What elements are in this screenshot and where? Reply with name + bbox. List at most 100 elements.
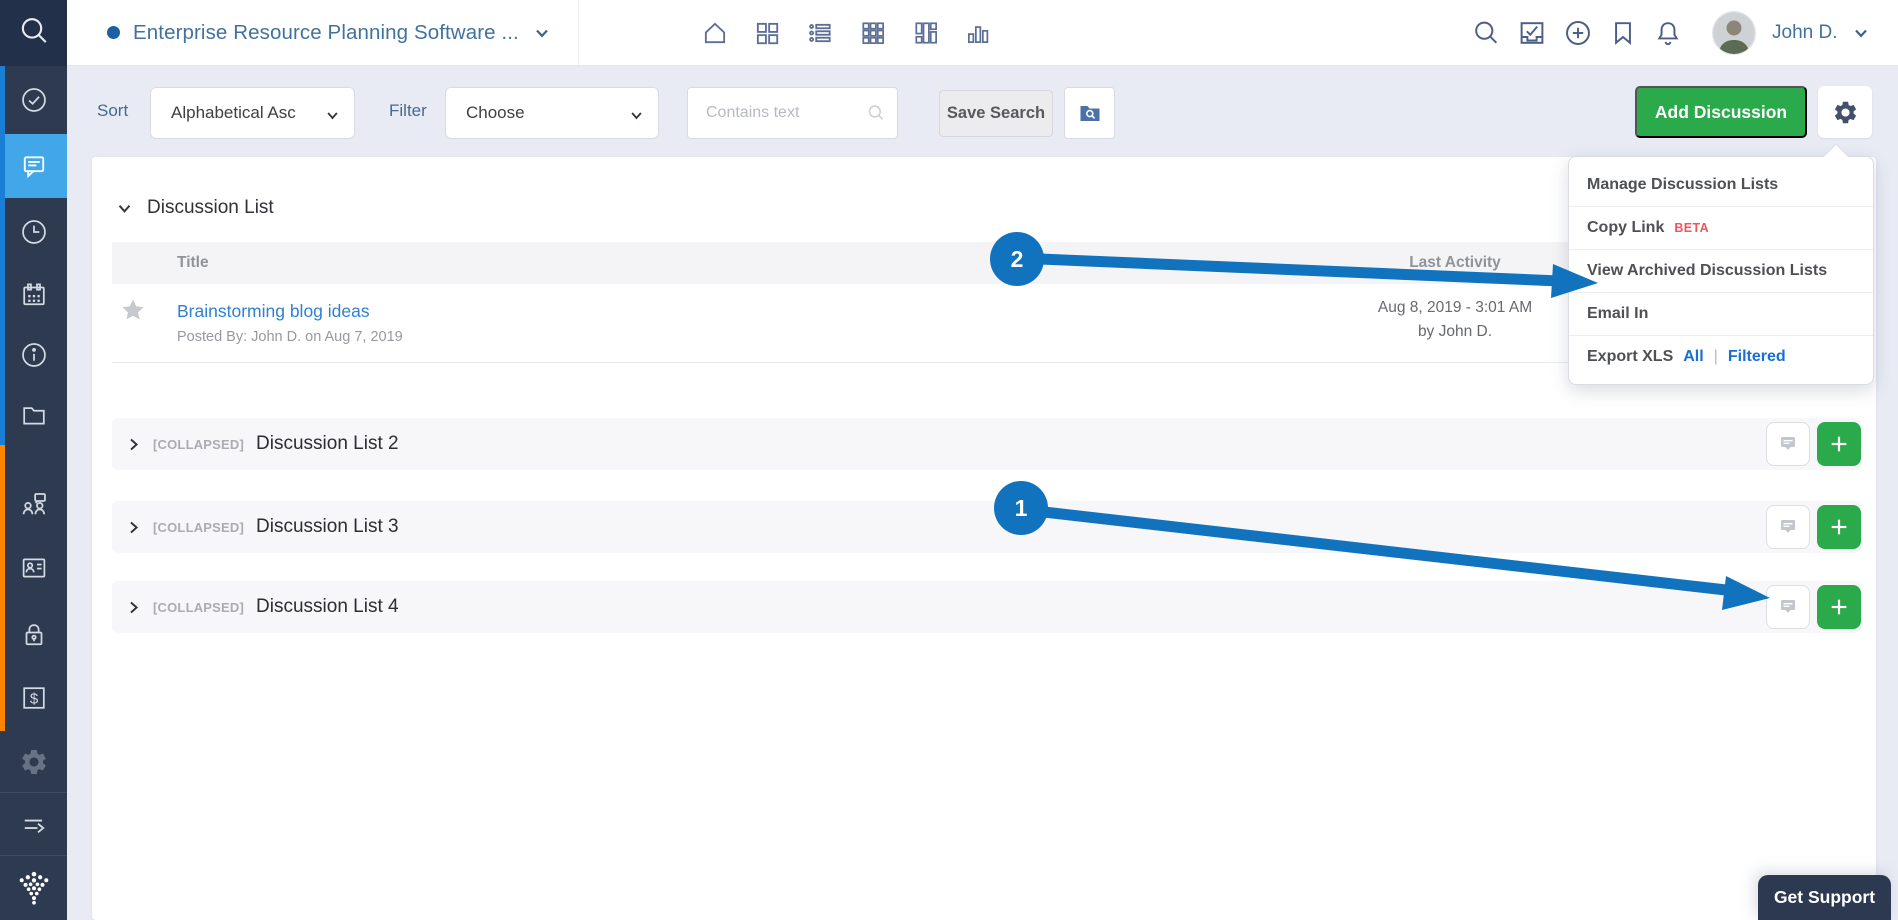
gear-icon <box>19 747 49 777</box>
home-icon <box>701 19 729 47</box>
bookmarks-button[interactable] <box>1607 18 1639 48</box>
board-view-icon <box>912 19 940 47</box>
view-chart-button[interactable] <box>963 18 993 48</box>
chevron-down-icon <box>1851 23 1871 43</box>
add-to-list-button[interactable] <box>1817 505 1861 549</box>
user-name: John D. <box>1772 22 1837 44</box>
sidebar-item-team-discussions[interactable] <box>0 477 67 533</box>
discussion-last-activity: Aug 8, 2019 - 3:01 AM by John D. <box>1330 296 1580 344</box>
view-discussions-button[interactable] <box>1766 505 1810 549</box>
link-separator: | <box>1714 348 1718 366</box>
sidebar: $ <box>0 0 67 920</box>
favorite-star-icon[interactable] <box>120 297 146 328</box>
settings-gear-button[interactable] <box>1818 86 1872 138</box>
view-grid-button[interactable] <box>858 18 888 48</box>
menu-item-label: Copy Link <box>1587 219 1664 237</box>
card-view-icon <box>753 19 781 47</box>
discussion-list-section-header[interactable]: Discussion List <box>116 197 274 219</box>
sidebar-item-billing[interactable]: $ <box>0 670 67 726</box>
add-to-list-button[interactable] <box>1817 585 1861 629</box>
sidebar-item-discussions[interactable] <box>0 134 67 198</box>
billing-icon: $ <box>19 683 49 713</box>
discussion-link[interactable]: Brainstorming blog ideas <box>177 301 370 322</box>
menu-item-manage-discussion-lists[interactable]: Manage Discussion Lists <box>1569 163 1873 206</box>
menu-item-copy-link[interactable]: Copy Link BETA <box>1569 206 1873 249</box>
last-activity-date: Aug 8, 2019 - 3:01 AM <box>1330 296 1580 320</box>
menu-item-email-in[interactable]: Email In <box>1569 292 1873 335</box>
info-circle-icon <box>19 340 49 370</box>
section-title: Discussion List <box>147 197 274 219</box>
view-discussions-button[interactable] <box>1766 422 1810 466</box>
menu-item-label: Manage Discussion Lists <box>1587 176 1778 194</box>
view-board-button[interactable] <box>911 18 941 48</box>
sort-select-value: Alphabetical Asc <box>171 103 296 123</box>
plus-icon <box>1828 433 1850 455</box>
chevron-down-icon <box>116 200 133 217</box>
calendar-icon <box>19 280 49 310</box>
view-discussions-button[interactable] <box>1766 585 1810 629</box>
add-to-list-button[interactable] <box>1817 422 1861 466</box>
add-discussion-button[interactable]: Add Discussion <box>1635 86 1807 138</box>
sidebar-progress-strip-orange <box>0 445 5 731</box>
collapse-arrow-icon <box>19 809 49 839</box>
discussion-board-icon <box>1776 595 1800 619</box>
collapsed-list-discussion-list-3[interactable]: [COLLAPSED] Discussion List 3 <box>112 501 1861 553</box>
sidebar-search-button[interactable] <box>0 0 67 66</box>
quick-add-button[interactable] <box>1562 18 1594 48</box>
sidebar-item-calendar[interactable] <box>0 267 67 323</box>
view-home-button[interactable] <box>700 18 730 48</box>
folder-icon <box>19 400 49 430</box>
column-header-last-activity: Last Activity <box>1330 242 1580 284</box>
sidebar-item-files[interactable] <box>0 387 67 443</box>
user-menu[interactable]: John D. <box>1772 0 1871 65</box>
last-activity-by: by John D. <box>1330 320 1580 344</box>
discussion-board-icon <box>1776 432 1800 456</box>
collapsed-list-discussion-list-2[interactable]: [COLLAPSED] Discussion List 2 <box>112 418 1861 470</box>
chevron-right-icon <box>126 600 141 615</box>
menu-item-label: Email In <box>1587 305 1648 323</box>
sidebar-item-contacts[interactable] <box>0 540 67 596</box>
sidebar-item-permissions[interactable] <box>0 607 67 663</box>
sort-select[interactable]: Alphabetical Asc <box>150 87 355 139</box>
avatar[interactable] <box>1712 11 1756 55</box>
team-discussion-icon <box>19 490 49 520</box>
sidebar-item-time[interactable] <box>0 204 67 260</box>
collapsed-tag: [COLLAPSED] <box>153 600 244 615</box>
filter-select[interactable]: Choose <box>445 87 659 139</box>
menu-item-label: Export XLS <box>1587 348 1673 366</box>
view-list-button[interactable] <box>805 18 835 48</box>
menu-item-label: View Archived Discussion Lists <box>1587 262 1827 280</box>
check-circle-icon <box>19 85 49 115</box>
sidebar-item-settings[interactable] <box>0 734 67 790</box>
collapsed-list-discussion-list-4[interactable]: [COLLAPSED] Discussion List 4 <box>112 581 1861 633</box>
sidebar-item-approvals[interactable] <box>0 72 67 128</box>
app-logo[interactable] <box>0 862 67 914</box>
view-cards-button[interactable] <box>752 18 782 48</box>
filter-label: Filter <box>389 101 427 121</box>
export-filtered-link[interactable]: Filtered <box>1728 348 1786 366</box>
notifications-button[interactable] <box>1652 18 1684 48</box>
my-tasks-button[interactable] <box>1516 18 1548 48</box>
sidebar-divider <box>0 855 67 856</box>
header-search-button[interactable] <box>1470 18 1502 48</box>
plus-icon <box>1828 516 1850 538</box>
save-search-button[interactable]: Save Search <box>939 90 1053 137</box>
menu-item-export-xls: Export XLS All | Filtered <box>1569 335 1873 378</box>
annotation-step-2-badge: 2 <box>990 232 1044 286</box>
gear-icon <box>1832 99 1859 126</box>
search-icon <box>1471 18 1501 48</box>
sidebar-collapse-button[interactable] <box>0 796 67 852</box>
get-support-button[interactable]: Get Support <box>1758 875 1891 920</box>
export-all-link[interactable]: All <box>1683 348 1703 366</box>
saved-searches-button[interactable] <box>1064 87 1115 139</box>
plus-circle-icon <box>1563 18 1593 48</box>
menu-item-view-archived-discussion-lists[interactable]: View Archived Discussion Lists <box>1569 249 1873 292</box>
task-tray-icon <box>1517 18 1547 48</box>
sidebar-item-info[interactable] <box>0 327 67 383</box>
project-switcher[interactable]: Enterprise Resource Planning Software ..… <box>107 0 579 65</box>
lock-icon <box>19 620 49 650</box>
collapsed-list-name: Discussion List 3 <box>256 516 399 538</box>
chevron-right-icon <box>126 520 141 535</box>
discussions-icon <box>19 151 49 181</box>
project-color-dot <box>107 26 120 39</box>
